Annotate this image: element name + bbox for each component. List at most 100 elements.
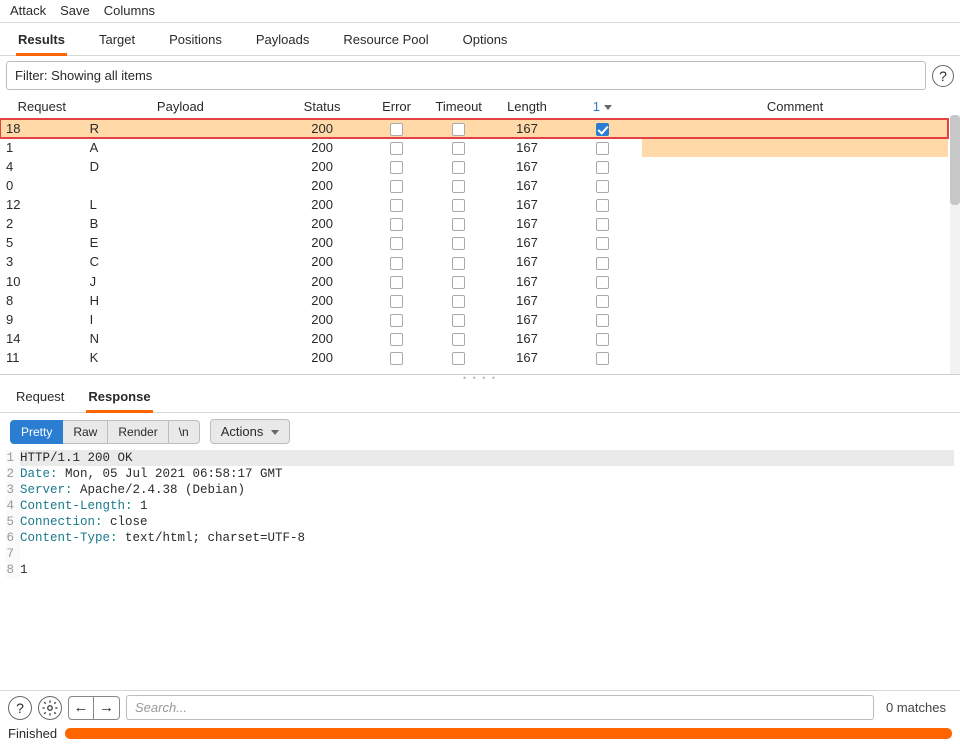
col-timeout[interactable]: Timeout — [426, 95, 491, 119]
checkbox-icon[interactable] — [596, 218, 609, 231]
vertical-scrollbar[interactable] — [950, 115, 960, 374]
col-error[interactable]: Error — [367, 95, 426, 119]
checkbox-icon[interactable] — [390, 180, 403, 193]
line-number: 4 — [6, 498, 20, 514]
gear-icon[interactable] — [38, 696, 62, 720]
table-row[interactable]: 10J200167 — [0, 272, 948, 291]
response-line: Connection: close — [20, 514, 954, 530]
menu-columns[interactable]: Columns — [104, 3, 155, 18]
line-number: 1 — [6, 450, 20, 466]
help-icon[interactable]: ? — [932, 65, 954, 87]
table-row[interactable]: 0200167 — [0, 176, 948, 195]
checkbox-icon[interactable] — [452, 352, 465, 365]
checkbox-icon[interactable] — [452, 257, 465, 270]
checkbox-icon[interactable] — [452, 142, 465, 155]
checkbox-icon[interactable] — [452, 333, 465, 346]
checkbox-icon[interactable] — [452, 314, 465, 327]
checkbox-icon[interactable] — [452, 180, 465, 193]
filter-input[interactable]: Filter: Showing all items — [6, 61, 926, 90]
table-row[interactable]: 14N200167 — [0, 329, 948, 348]
col-length[interactable]: Length — [491, 95, 562, 119]
table-row[interactable]: 2B200167 — [0, 214, 948, 233]
checkbox-icon[interactable] — [596, 257, 609, 270]
line-number: 7 — [6, 546, 20, 562]
checkbox-icon[interactable] — [596, 142, 609, 155]
checkbox-icon[interactable] — [452, 161, 465, 174]
tab-payloads[interactable]: Payloads — [254, 29, 311, 55]
tab-positions[interactable]: Positions — [167, 29, 224, 55]
response-line: Date: Mon, 05 Jul 2021 06:58:17 GMT — [20, 466, 954, 482]
checkbox-icon[interactable] — [596, 199, 609, 212]
view-newline[interactable]: \n — [169, 420, 200, 444]
search-input[interactable]: Search... — [126, 695, 874, 720]
checkbox-icon[interactable] — [390, 333, 403, 346]
results-table-wrap: Request Payload Status Error Timeout Len… — [0, 95, 960, 375]
actions-menu[interactable]: Actions — [210, 419, 290, 444]
checkbox-icon[interactable] — [390, 352, 403, 365]
response-line — [20, 546, 954, 562]
search-prev-button[interactable]: ← — [68, 696, 94, 720]
checkbox-icon[interactable] — [596, 123, 609, 136]
table-row[interactable]: 1A200167 — [0, 138, 948, 157]
checkbox-icon[interactable] — [452, 123, 465, 136]
table-row[interactable]: 5E200167 — [0, 233, 948, 252]
col-grep1[interactable]: 1 — [563, 95, 643, 119]
checkbox-icon[interactable] — [596, 276, 609, 289]
checkbox-icon[interactable] — [596, 333, 609, 346]
checkbox-icon[interactable] — [390, 257, 403, 270]
response-editor[interactable]: 1HTTP/1.1 200 OK2Date: Mon, 05 Jul 2021 … — [0, 450, 960, 690]
checkbox-icon[interactable] — [452, 276, 465, 289]
table-row[interactable]: 3C200167 — [0, 252, 948, 271]
col-comment[interactable]: Comment — [642, 95, 948, 119]
table-row[interactable]: 12L200167 — [0, 195, 948, 214]
checkbox-icon[interactable] — [390, 295, 403, 308]
checkbox-icon[interactable] — [452, 218, 465, 231]
checkbox-icon[interactable] — [596, 352, 609, 365]
table-row[interactable]: 4D200167 — [0, 157, 948, 176]
checkbox-icon[interactable] — [390, 142, 403, 155]
checkbox-icon[interactable] — [390, 237, 403, 250]
line-number: 5 — [6, 514, 20, 530]
sort-desc-icon — [604, 105, 612, 110]
subtab-request[interactable]: Request — [14, 386, 66, 412]
search-matches-label: 0 matches — [880, 700, 952, 715]
progress-bar — [65, 728, 952, 739]
checkbox-icon[interactable] — [596, 314, 609, 327]
checkbox-icon[interactable] — [452, 199, 465, 212]
view-raw[interactable]: Raw — [63, 420, 108, 444]
view-render[interactable]: Render — [108, 420, 168, 444]
col-status[interactable]: Status — [277, 95, 367, 119]
tab-target[interactable]: Target — [97, 29, 137, 55]
checkbox-icon[interactable] — [452, 295, 465, 308]
checkbox-icon[interactable] — [596, 295, 609, 308]
subtab-response[interactable]: Response — [86, 386, 152, 413]
checkbox-icon[interactable] — [596, 161, 609, 174]
checkbox-icon[interactable] — [452, 237, 465, 250]
table-row[interactable]: 9I200167 — [0, 310, 948, 329]
line-number: 2 — [6, 466, 20, 482]
checkbox-icon[interactable] — [390, 276, 403, 289]
checkbox-icon[interactable] — [390, 218, 403, 231]
tab-results[interactable]: Results — [16, 29, 67, 56]
checkbox-icon[interactable] — [390, 314, 403, 327]
table-row[interactable]: 11K200167 — [0, 348, 948, 367]
col-request[interactable]: Request — [0, 95, 84, 119]
checkbox-icon[interactable] — [596, 237, 609, 250]
table-row[interactable]: 18R200167 — [0, 119, 948, 139]
line-number: 8 — [6, 562, 20, 578]
checkbox-icon[interactable] — [390, 161, 403, 174]
checkbox-icon[interactable] — [390, 199, 403, 212]
col-payload[interactable]: Payload — [84, 95, 278, 119]
menu-attack[interactable]: Attack — [10, 3, 46, 18]
table-row[interactable]: 8H200167 — [0, 291, 948, 310]
menu-save[interactable]: Save — [60, 3, 90, 18]
checkbox-icon[interactable] — [390, 123, 403, 136]
search-next-button[interactable]: → — [94, 696, 120, 720]
help-icon-bottom[interactable]: ? — [8, 696, 32, 720]
menubar: Attack Save Columns — [0, 0, 960, 23]
tab-resource-pool[interactable]: Resource Pool — [341, 29, 430, 55]
checkbox-icon[interactable] — [596, 180, 609, 193]
tab-options[interactable]: Options — [461, 29, 510, 55]
scrollbar-thumb[interactable] — [950, 115, 960, 205]
view-pretty[interactable]: Pretty — [10, 420, 63, 444]
